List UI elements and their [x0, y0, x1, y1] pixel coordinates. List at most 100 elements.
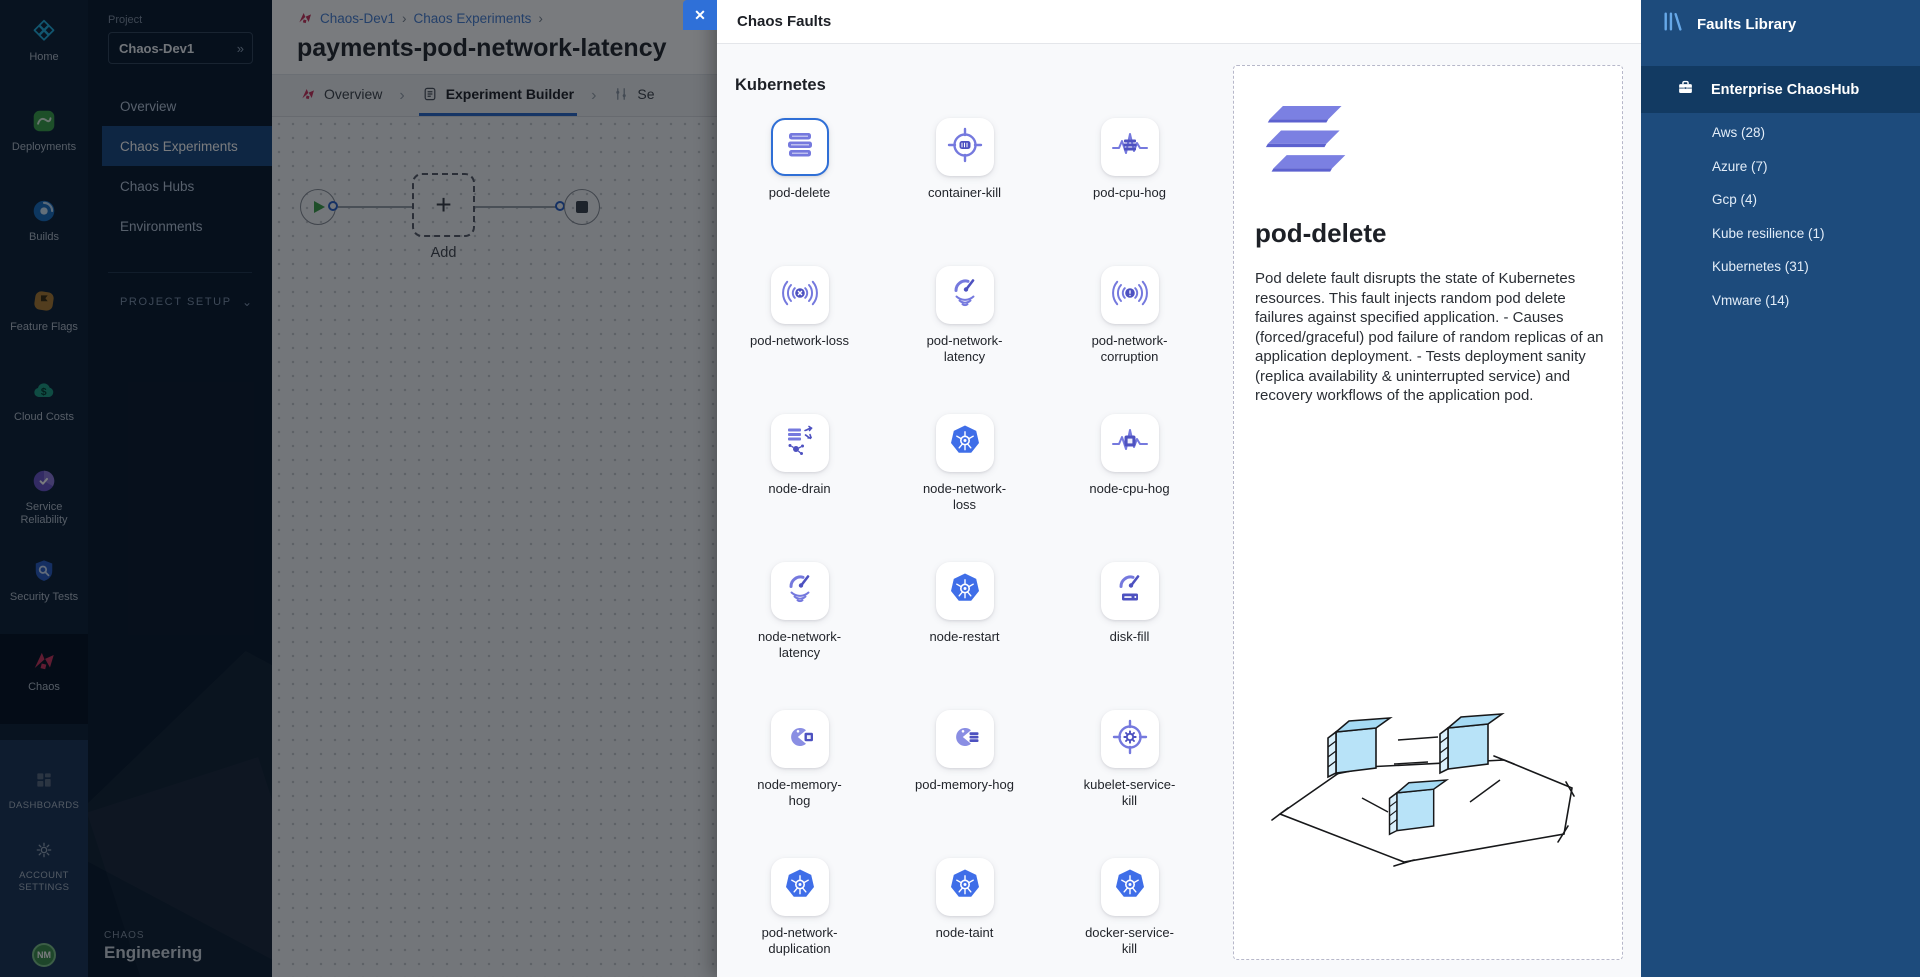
close-drawer-button[interactable]: ✕ — [683, 0, 717, 30]
fault-label: kubelet-service-kill — [1079, 777, 1181, 809]
fault-card-pod-network-latency[interactable]: pod-network-latency — [914, 266, 1016, 414]
fault-card-box — [771, 266, 829, 324]
close-icon: ✕ — [694, 7, 706, 24]
chaos-faults-drawer: Chaos Faults Kubernetes pod-delete conta… — [717, 0, 1641, 977]
fault-card-box — [1101, 562, 1159, 620]
fault-card-box — [771, 710, 829, 768]
category-item-kube[interactable]: Kube resilience (1) — [1641, 217, 1920, 251]
fault-card-box — [771, 858, 829, 916]
fault-card-pod-network-corruption[interactable]: pod-network-corruption — [1079, 266, 1181, 414]
crosshair-container-icon — [945, 125, 985, 170]
fault-label: pod-memory-hog — [914, 777, 1016, 793]
category-item-aws[interactable]: Aws (28) — [1641, 116, 1920, 150]
fault-card-box — [771, 414, 829, 472]
hub-label: Enterprise ChaosHub — [1711, 82, 1859, 98]
waves-x-icon — [780, 273, 820, 318]
hub-item-enterprise-chaoshub[interactable]: Enterprise ChaosHub — [1641, 66, 1920, 113]
drawer-title: Chaos Faults — [737, 13, 831, 30]
faults-library-header: Faults Library — [1641, 0, 1920, 38]
drawer-body: Kubernetes pod-delete container-kill pod… — [717, 44, 1641, 977]
fault-label: pod-network-corruption — [1079, 333, 1181, 365]
fault-card-box — [1101, 710, 1159, 768]
fault-card-box — [936, 858, 994, 916]
fault-card-node-network-loss[interactable]: node-network-loss — [914, 414, 1016, 562]
fault-label: pod-network-loss — [749, 333, 851, 349]
faults-library-sidebar: Faults Library Enterprise ChaosHub Aws (… — [1641, 0, 1920, 977]
kubernetes-icon — [780, 865, 820, 910]
fault-card-pod-cpu-hog[interactable]: pod-cpu-hog — [1079, 118, 1181, 266]
fault-label: docker-service-kill — [1079, 925, 1181, 957]
category-item-kubernetes[interactable]: Kubernetes (31) — [1641, 250, 1920, 284]
fault-label: pod-delete — [749, 185, 851, 201]
fault-card-pod-memory-hog[interactable]: pod-memory-hog — [914, 710, 1016, 858]
stack-icon — [780, 125, 820, 170]
drawer-header: Chaos Faults — [717, 0, 1641, 44]
pulse-stack-icon — [1110, 125, 1150, 170]
fault-label: pod-network-latency — [914, 333, 1016, 365]
fault-card-box — [1101, 414, 1159, 472]
fault-card-box — [1101, 118, 1159, 176]
fault-card-disk-fill[interactable]: disk-fill — [1079, 562, 1181, 710]
crosshair-gear-icon — [1110, 717, 1150, 762]
kubernetes-icon — [1110, 865, 1150, 910]
fault-card-box — [1101, 858, 1159, 916]
fault-card-box — [936, 118, 994, 176]
fault-label: pod-cpu-hog — [1079, 185, 1181, 201]
fault-card-node-network-latency[interactable]: node-network-latency — [749, 562, 851, 710]
gauge-waves-icon — [780, 569, 820, 614]
fault-card-box — [936, 414, 994, 472]
pulse-chip-icon — [1110, 421, 1150, 466]
fault-card-box — [936, 562, 994, 620]
fault-card-node-taint[interactable]: node-taint — [914, 858, 1016, 977]
fault-card-pod-delete[interactable]: pod-delete — [749, 118, 851, 266]
gauge-disk-icon — [1110, 569, 1150, 614]
pods-sketch-illustration — [1266, 706, 1588, 901]
fault-card-node-restart[interactable]: node-restart — [914, 562, 1016, 710]
big-stack-icon — [1264, 100, 1368, 180]
fault-card-container-kill[interactable]: container-kill — [914, 118, 1016, 266]
category-item-vmware[interactable]: Vmware (14) — [1641, 284, 1920, 318]
waves-alert-icon — [1110, 273, 1150, 318]
fault-card-node-memory-hog[interactable]: node-memory-hog — [749, 710, 851, 858]
fault-card-box — [936, 710, 994, 768]
briefcase-icon — [1641, 79, 1694, 101]
fault-label: node-network-latency — [749, 629, 851, 661]
section-title-kubernetes: Kubernetes — [735, 76, 826, 95]
fault-card-pod-network-duplication[interactable]: pod-network-duplication — [749, 858, 851, 977]
gauge-waves-icon — [945, 273, 985, 318]
fault-card-box — [771, 118, 829, 176]
fault-label: node-drain — [749, 481, 851, 497]
fault-card-node-cpu-hog[interactable]: node-cpu-hog — [1079, 414, 1181, 562]
fault-category-list: Aws (28)Azure (7)Gcp (4)Kube resilience … — [1641, 116, 1920, 317]
fault-label: node-taint — [914, 925, 1016, 941]
fault-card-box — [771, 562, 829, 620]
fault-label: pod-network-duplication — [749, 925, 851, 957]
fault-card-pod-network-loss[interactable]: pod-network-loss — [749, 266, 851, 414]
fault-card-kubelet-service-kill[interactable]: kubelet-service-kill — [1079, 710, 1181, 858]
library-icon — [1661, 10, 1684, 38]
pacman-chip-icon — [780, 717, 820, 762]
faults-library-title: Faults Library — [1697, 16, 1796, 33]
fault-grid: pod-delete container-kill pod-cpu-hog po… — [717, 118, 1212, 977]
fault-card-box — [1101, 266, 1159, 324]
fault-card-box — [936, 266, 994, 324]
fault-label: node-restart — [914, 629, 1016, 645]
fault-detail-panel: pod-delete Pod delete fault disrupts the… — [1233, 65, 1623, 960]
pacman-bars-icon — [945, 717, 985, 762]
fault-label: node-cpu-hog — [1079, 481, 1181, 497]
kubernetes-icon — [945, 865, 985, 910]
fault-label: disk-fill — [1079, 629, 1181, 645]
category-item-azure[interactable]: Azure (7) — [1641, 150, 1920, 184]
fault-detail-description: Pod delete fault disrupts the state of K… — [1255, 269, 1607, 406]
category-item-gcp[interactable]: Gcp (4) — [1641, 183, 1920, 217]
modal-backdrop[interactable] — [0, 0, 717, 977]
kubernetes-icon — [945, 421, 985, 466]
fault-label: node-network-loss — [914, 481, 1016, 513]
fault-detail-title: pod-delete — [1255, 218, 1386, 249]
fault-card-node-drain[interactable]: node-drain — [749, 414, 851, 562]
fault-card-docker-service-kill[interactable]: docker-service-kill — [1079, 858, 1181, 977]
kubernetes-icon — [945, 569, 985, 614]
drain-icon — [780, 421, 820, 466]
fault-label: container-kill — [914, 185, 1016, 201]
fault-label: node-memory-hog — [749, 777, 851, 809]
